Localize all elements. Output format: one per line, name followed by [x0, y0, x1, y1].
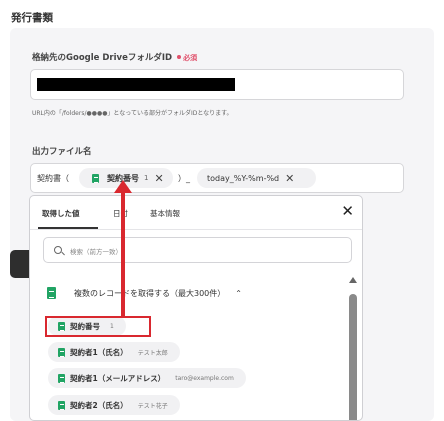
tab-basic-info[interactable]: 基本情報 [150, 208, 180, 219]
list-item[interactable]: 契約者1（氏名） テスト太郎 [48, 342, 180, 362]
filename-prefix-text: 契約書（ [37, 174, 69, 183]
list-item[interactable]: 契約者1（メールアドレス） taro@example.com [48, 368, 246, 388]
tab-divider [30, 229, 362, 230]
required-dot [177, 55, 182, 59]
output-filename-input[interactable]: 契約書（ 契約番号 1 ✕ ）_ today_%Y-%m-%d ✕ [30, 163, 404, 193]
google-sheets-icon [47, 287, 56, 299]
search-input[interactable]: 検索（前方一致） [43, 237, 352, 263]
annotation-arrow-head-icon [114, 180, 132, 193]
output-filename-label: 出力ファイル名 [32, 147, 92, 157]
item-name: 契約者2（氏名） [70, 400, 128, 410]
item-name: 契約者1（氏名） [70, 347, 128, 357]
filename-separator-text: ）_ [178, 174, 190, 183]
close-icon[interactable]: ✕ [341, 202, 354, 220]
item-name: 契約者1（メールアドレス） [70, 373, 166, 383]
google-sheets-icon [58, 373, 65, 383]
section-title: 発行書類 [11, 12, 53, 24]
chip-remove-icon[interactable]: ✕ [285, 172, 294, 185]
redacted-folder-id [37, 78, 235, 91]
chip-remove-icon[interactable]: ✕ [154, 172, 163, 185]
item-value: taro@example.com [175, 374, 234, 382]
required-text: 必須 [183, 54, 198, 62]
folder-id-hint: URL内の「/folders/●●●●」となっている部分がフォルダIDとなります… [32, 110, 233, 117]
variable-picker-popup: 取得した値 日付 基本情報 ✕ 検索（前方一致） 複数のレコードを取得する（最大… [29, 195, 363, 421]
chip-value: 1 [144, 174, 149, 182]
item-value: テスト太郎 [137, 349, 168, 357]
active-tab-indicator [38, 227, 98, 229]
search-placeholder: 検索（前方一致） [70, 248, 122, 256]
chevron-up-icon: ⌃ [235, 288, 242, 298]
google-sheets-icon [92, 173, 99, 183]
search-icon [54, 246, 62, 254]
folder-id-input[interactable] [30, 69, 404, 100]
folder-id-label: 格納先のGoogle DriveフォルダID 必須 [32, 51, 197, 63]
scroll-up-arrow-icon[interactable] [349, 277, 357, 283]
google-sheets-icon [58, 347, 65, 357]
required-badge: 必須 [177, 54, 197, 62]
chip-label: today_%Y-%m-%d [207, 173, 280, 183]
scrollbar[interactable] [349, 277, 357, 420]
item-value: テスト花子 [137, 402, 168, 410]
annotation-arrow-shaft [121, 188, 125, 318]
scrollbar-thumb[interactable] [349, 294, 357, 420]
record-group-label: 複数のレコードを取得する（最大300件） [74, 288, 226, 298]
record-group-header[interactable]: 複数のレコードを取得する（最大300件） ⌃ [47, 287, 242, 299]
folder-id-label-text: 格納先のGoogle DriveフォルダID [32, 53, 173, 63]
google-sheets-icon [58, 400, 65, 410]
list-item[interactable]: 契約者2（氏名） テスト花子 [48, 395, 180, 415]
today-date-chip[interactable]: today_%Y-%m-%d ✕ [197, 168, 316, 188]
tab-retrieved-values[interactable]: 取得した値 [42, 208, 80, 219]
highlight-box [45, 316, 151, 337]
